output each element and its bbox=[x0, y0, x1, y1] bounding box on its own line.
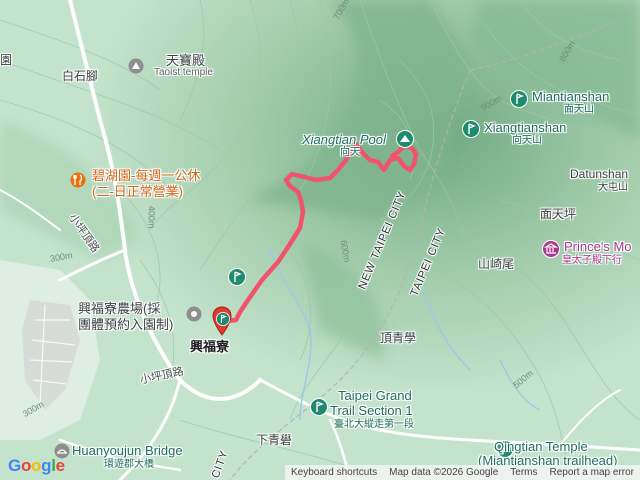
label-xingfuliao-farm-line2: 團體預約入園制) bbox=[78, 317, 174, 332]
label-dingqingxue[interactable]: 頂青學 bbox=[380, 331, 416, 346]
google-logo[interactable]: Google bbox=[8, 456, 65, 476]
report-error-link[interactable]: Report a map error bbox=[550, 467, 634, 478]
label-xingfuliao[interactable]: 興福寮 bbox=[190, 339, 229, 355]
label-baishijiao[interactable]: 白石腳 bbox=[62, 69, 98, 84]
farm-icon[interactable] bbox=[186, 306, 202, 327]
trailhead-icon[interactable] bbox=[228, 268, 246, 291]
mountain-peak-icon[interactable] bbox=[510, 90, 528, 113]
label-taipei-grand-trail-zh: 臺北大縱走第一段 bbox=[334, 419, 414, 430]
label-miantianshan-zh: 面天山 bbox=[564, 104, 594, 115]
label-datunshan-zh: 大屯山 bbox=[598, 182, 628, 193]
label-xiangtianshan-zh: 向天山 bbox=[512, 135, 542, 146]
label-xingfuliao-farm-line1[interactable]: 興福寮農場(採 bbox=[78, 301, 160, 317]
trailhead-icon[interactable] bbox=[310, 398, 328, 421]
place-of-worship-icon[interactable] bbox=[128, 58, 144, 79]
label-miantianshan[interactable]: Miantianshan bbox=[532, 89, 609, 105]
museum-icon[interactable] bbox=[542, 240, 560, 263]
label-huanyoujun-bridge-zh: 環遊郡大橋 bbox=[104, 459, 154, 470]
restaurant-icon[interactable] bbox=[70, 172, 86, 193]
label-yuan: 園 bbox=[0, 53, 13, 67]
hiking-icon[interactable] bbox=[396, 130, 414, 153]
mountain-peak-icon[interactable] bbox=[462, 120, 480, 143]
label-taipei-grand-trail-line1[interactable]: Taipei Grand bbox=[338, 388, 412, 404]
label-taoist-temple: Taoist temple bbox=[154, 67, 213, 78]
label-princes-zh: 皇太子殿下行 bbox=[562, 255, 622, 266]
label-datunshan[interactable]: Datunshan bbox=[570, 167, 628, 182]
label-xiangtian-pool[interactable]: Xiangtian Pool bbox=[302, 132, 386, 148]
label-princes[interactable]: Prince's Mo bbox=[564, 239, 632, 255]
label-shanqiwei[interactable]: 山崎尾 bbox=[478, 257, 514, 272]
label-xiangtianshan[interactable]: Xiangtianshan bbox=[484, 120, 566, 136]
map-data-text: Map data ©2026 Google bbox=[389, 467, 499, 478]
terms-link[interactable]: Terms bbox=[510, 467, 537, 478]
label-xiangtian-pool-zh: 向天 bbox=[340, 147, 360, 158]
keyboard-shortcuts-link[interactable]: Keyboard shortcuts bbox=[291, 467, 377, 478]
label-taipei-grand-trail-line2: Trail Section 1 bbox=[330, 403, 413, 418]
attribution-bar: Keyboard shortcuts Map data ©2026 Google… bbox=[284, 465, 640, 480]
label-bihuyuan-line1[interactable]: 碧湖園-每週一公休 bbox=[92, 168, 200, 184]
contour-label: 400m bbox=[146, 205, 157, 229]
label-huanyoujun-bridge[interactable]: Huanyoujun Bridge bbox=[72, 443, 183, 459]
label-xiaqingyi[interactable]: 下青礐 bbox=[256, 433, 292, 448]
trailhead-icon[interactable] bbox=[216, 312, 230, 331]
label-miantianping[interactable]: 面天坪 bbox=[540, 207, 576, 222]
label-bihuyuan-line2: (二-日正常營業) bbox=[92, 184, 183, 199]
